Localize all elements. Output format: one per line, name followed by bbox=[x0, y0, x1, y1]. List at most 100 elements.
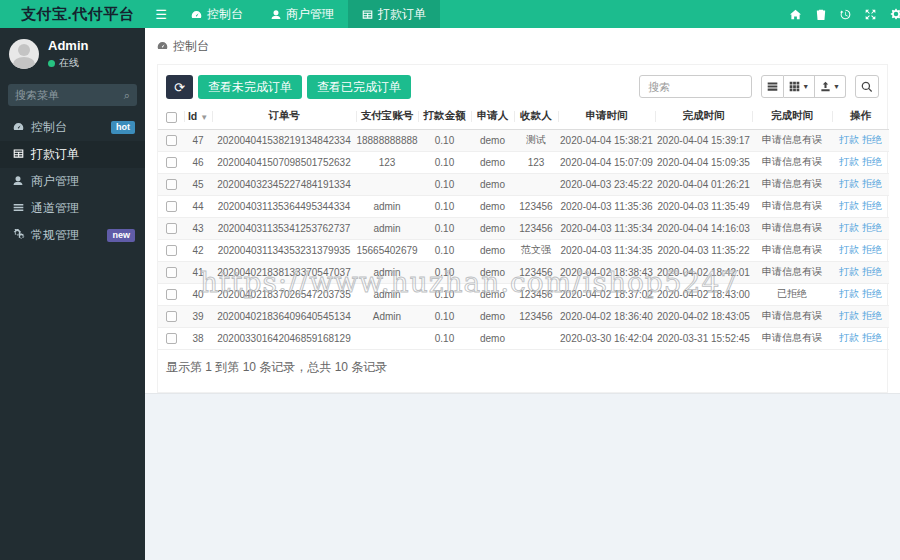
orders-table: Id ▼订单号支付宝账号打款金额申请人收款人申请时间完成时间完成时间操作 472… bbox=[158, 104, 889, 350]
sidebar-search[interactable]: ⌕ bbox=[8, 84, 137, 106]
view-unfinished-button[interactable]: 查看未完成订单 bbox=[198, 75, 302, 99]
app: 支付宝.代付平台 ☰ 控制台商户管理打款订单 Admin 在线 ⌕ 控制台hot… bbox=[0, 0, 900, 560]
sidebar-toggle-icon[interactable]: ☰ bbox=[145, 0, 177, 28]
pay-link[interactable]: 打款 bbox=[839, 310, 859, 321]
nav-item-2[interactable]: 打款订单 bbox=[348, 0, 440, 28]
toggle-view-icon[interactable] bbox=[761, 75, 784, 98]
user-panel: Admin 在线 bbox=[0, 28, 145, 78]
reject-link[interactable]: 拒绝 bbox=[862, 310, 882, 321]
nav-item-1[interactable]: 商户管理 bbox=[257, 0, 348, 28]
reject-link[interactable]: 拒绝 bbox=[862, 134, 882, 145]
row-checkbox[interactable] bbox=[166, 201, 177, 212]
sidebar-item-0[interactable]: 控制台hot bbox=[0, 114, 145, 141]
table-search-input[interactable] bbox=[639, 75, 752, 98]
row-checkbox[interactable] bbox=[166, 333, 177, 344]
dashboard-icon bbox=[191, 9, 202, 20]
reject-link[interactable]: 拒绝 bbox=[862, 266, 882, 277]
table-row: 43202004031135341253762737admin0.10demo1… bbox=[158, 217, 889, 239]
list-icon bbox=[13, 202, 31, 215]
col-header-4[interactable]: 申请人 bbox=[471, 104, 514, 129]
badge-hot: hot bbox=[111, 121, 135, 134]
search-button[interactable] bbox=[855, 75, 879, 98]
pay-link[interactable]: 打款 bbox=[839, 222, 859, 233]
table-tools: ▼ ▼ bbox=[639, 75, 879, 98]
table-row: 47202004041538219134842334188888888880.1… bbox=[158, 129, 889, 151]
col-header-0[interactable]: Id ▼ bbox=[184, 104, 212, 129]
sidebar-search-input[interactable] bbox=[15, 89, 124, 101]
table-row: 44202004031135364495344334admin0.10demo1… bbox=[158, 195, 889, 217]
select-all-checkbox[interactable] bbox=[166, 112, 177, 123]
user-icon bbox=[271, 9, 281, 20]
table-row: 382020033016420468591681290.10demo2020-0… bbox=[158, 327, 889, 349]
gear-icon[interactable] bbox=[883, 0, 900, 28]
content-area: 控制台 ⟳ 查看未完成订单 查看已完成订单 ▼ ▼ Id ▼订单号支付宝账号打款… bbox=[145, 28, 900, 393]
col-header-1[interactable]: 订单号 bbox=[212, 104, 356, 129]
reject-link[interactable]: 拒绝 bbox=[862, 156, 882, 167]
fullscreen-icon[interactable] bbox=[858, 0, 883, 28]
row-checkbox[interactable] bbox=[166, 289, 177, 300]
reject-link[interactable]: 拒绝 bbox=[862, 222, 882, 233]
row-checkbox[interactable] bbox=[166, 135, 177, 146]
row-checkbox[interactable] bbox=[166, 179, 177, 190]
col-header-7[interactable]: 完成时间 bbox=[655, 104, 752, 129]
user-icon bbox=[13, 175, 31, 188]
user-status: 在线 bbox=[48, 56, 88, 70]
breadcrumb: 控制台 bbox=[157, 38, 209, 55]
watermark: https://www.huzhan.com/ishop5247 bbox=[200, 266, 739, 299]
row-checkbox[interactable] bbox=[166, 311, 177, 322]
trash-icon[interactable] bbox=[808, 0, 833, 28]
reject-link[interactable]: 拒绝 bbox=[862, 244, 882, 255]
export-icon[interactable]: ▼ bbox=[815, 75, 846, 98]
sidebar-item-3[interactable]: 通道管理 bbox=[0, 195, 145, 222]
sidebar-item-1[interactable]: 打款订单 bbox=[0, 141, 145, 168]
pay-link[interactable]: 打款 bbox=[839, 266, 859, 277]
history-icon[interactable] bbox=[833, 0, 858, 28]
reject-link[interactable]: 拒绝 bbox=[862, 288, 882, 299]
search-icon[interactable]: ⌕ bbox=[124, 89, 130, 102]
pay-link[interactable]: 打款 bbox=[839, 288, 859, 299]
pay-link[interactable]: 打款 bbox=[839, 200, 859, 211]
user-name: Admin bbox=[48, 38, 88, 53]
pagination-info: 显示第 1 到第 10 条记录，总共 10 条记录 bbox=[166, 359, 387, 376]
nav-right-icons bbox=[783, 0, 900, 28]
view-finished-button[interactable]: 查看已完成订单 bbox=[307, 75, 411, 99]
pay-link[interactable]: 打款 bbox=[839, 244, 859, 255]
col-header-3[interactable]: 打款金额 bbox=[418, 104, 471, 129]
row-checkbox[interactable] bbox=[166, 267, 177, 278]
pay-link[interactable]: 打款 bbox=[839, 332, 859, 343]
row-checkbox[interactable] bbox=[166, 245, 177, 256]
pay-link[interactable]: 打款 bbox=[839, 134, 859, 145]
nav-item-0[interactable]: 控制台 bbox=[177, 0, 257, 28]
avatar bbox=[9, 39, 39, 69]
refresh-button[interactable]: ⟳ bbox=[166, 75, 193, 99]
sidebar-menu: 控制台hot打款订单商户管理通道管理常规管理new bbox=[0, 114, 145, 249]
sidebar: Admin 在线 ⌕ 控制台hot打款订单商户管理通道管理常规管理new bbox=[0, 28, 145, 560]
col-header-5[interactable]: 收款人 bbox=[514, 104, 558, 129]
sidebar-item-2[interactable]: 商户管理 bbox=[0, 168, 145, 195]
col-header-6[interactable]: 申请时间 bbox=[558, 104, 655, 129]
card-icon bbox=[362, 9, 373, 20]
top-navbar: 支付宝.代付平台 ☰ 控制台商户管理打款订单 bbox=[0, 0, 900, 28]
table-row: 452020040323452274841913340.10demo2020-0… bbox=[158, 173, 889, 195]
columns-icon[interactable]: ▼ bbox=[784, 75, 815, 98]
nav-menu: ☰ 控制台商户管理打款订单 bbox=[145, 0, 440, 28]
reject-link[interactable]: 拒绝 bbox=[862, 178, 882, 189]
table-row: 462020040415070985017526321230.10demo123… bbox=[158, 151, 889, 173]
sidebar-item-4[interactable]: 常规管理new bbox=[0, 222, 145, 249]
col-header-8[interactable]: 完成时间 bbox=[752, 104, 832, 129]
reject-link[interactable]: 拒绝 bbox=[862, 332, 882, 343]
pay-link[interactable]: 打款 bbox=[839, 178, 859, 189]
badge-new: new bbox=[107, 229, 135, 242]
col-header-9[interactable]: 操作 bbox=[832, 104, 889, 129]
row-checkbox[interactable] bbox=[166, 157, 177, 168]
table-row: 39202004021836409640545134Admin0.10demo1… bbox=[158, 305, 889, 327]
pay-link[interactable]: 打款 bbox=[839, 156, 859, 167]
col-header-2[interactable]: 支付宝账号 bbox=[356, 104, 418, 129]
table-body: 47202004041538219134842334188888888880.1… bbox=[158, 129, 889, 349]
home-icon[interactable] bbox=[783, 0, 808, 28]
content-footer-area bbox=[145, 393, 900, 560]
table-header-row: Id ▼订单号支付宝账号打款金额申请人收款人申请时间完成时间完成时间操作 bbox=[158, 104, 889, 129]
row-checkbox[interactable] bbox=[166, 223, 177, 234]
dashboard-icon bbox=[157, 40, 168, 53]
reject-link[interactable]: 拒绝 bbox=[862, 200, 882, 211]
